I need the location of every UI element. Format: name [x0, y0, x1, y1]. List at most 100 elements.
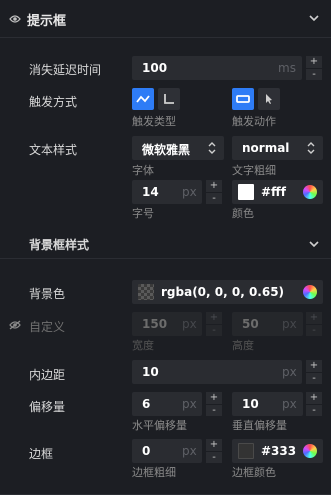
color-swatch	[238, 184, 254, 200]
axis-icon	[164, 94, 174, 104]
chevron-down-icon[interactable]	[309, 14, 319, 22]
decrement-button[interactable]: -	[206, 324, 222, 336]
custom-width-unit: px	[182, 317, 197, 331]
border-color-value: #333	[261, 444, 297, 458]
bg-color-value: rgba(0, 0, 0, 0.65)	[161, 285, 285, 299]
text-color-value: #fff	[261, 185, 286, 199]
custom-height-caption: 高度	[232, 339, 254, 352]
bg-color-picker[interactable]: rgba(0, 0, 0, 0.65)	[132, 280, 323, 304]
decrement-button[interactable]: -	[306, 404, 322, 416]
increment-button[interactable]: +	[206, 392, 222, 404]
divider	[0, 258, 331, 259]
trigger-type-axis-button[interactable]	[158, 88, 180, 110]
offset-x-input[interactable]: 6 px	[132, 392, 202, 416]
offset-label: 偏移量	[29, 400, 66, 414]
delay-input[interactable]: 100 ms	[132, 56, 302, 80]
border-width-caption: 边框粗细	[132, 466, 176, 479]
border-width-stepper[interactable]: + -	[206, 439, 222, 463]
padding-unit: px	[282, 365, 297, 379]
offset-x-value: 6	[142, 397, 151, 411]
border-color-picker[interactable]: #333	[232, 439, 323, 463]
increment-button[interactable]: +	[306, 312, 322, 324]
custom-height-input[interactable]: 50 px	[232, 312, 303, 336]
chevron-down-icon[interactable]	[309, 240, 319, 248]
delay-label: 消失延迟时间	[29, 63, 102, 77]
decrement-button[interactable]: -	[206, 404, 222, 416]
offset-x-unit: px	[182, 397, 197, 411]
decrement-button[interactable]: -	[206, 451, 222, 463]
text-color-caption: 颜色	[232, 207, 254, 220]
color-wheel-icon[interactable]	[303, 444, 317, 458]
line-chart-icon	[136, 95, 150, 103]
bg-section-title: 背景框样式	[29, 238, 90, 252]
delay-unit: ms	[278, 61, 296, 75]
custom-size-label: 自定义	[29, 320, 66, 334]
offset-x-caption: 水平偏移量	[132, 419, 187, 432]
border-width-unit: px	[182, 444, 197, 458]
offset-y-caption: 垂直偏移量	[232, 419, 287, 432]
trigger-action-hover-button[interactable]	[232, 88, 254, 110]
select-arrows-icon	[307, 142, 315, 154]
eye-icon[interactable]	[9, 14, 21, 24]
delay-stepper[interactable]: + -	[306, 56, 322, 80]
custom-width-caption: 宽度	[132, 339, 154, 352]
decrement-button[interactable]: -	[306, 68, 322, 80]
border-width-input[interactable]: 0 px	[132, 439, 202, 463]
padding-label: 内边距	[29, 368, 66, 382]
font-size-unit: px	[182, 185, 197, 199]
bg-color-label: 背景色	[29, 287, 66, 301]
padding-stepper[interactable]: + -	[306, 360, 322, 384]
font-family-caption: 字体	[132, 164, 154, 177]
increment-button[interactable]: +	[206, 180, 222, 192]
offset-x-stepper[interactable]: + -	[206, 392, 222, 416]
offset-y-value: 10	[242, 397, 259, 411]
offset-y-unit: px	[282, 397, 297, 411]
select-arrows-icon	[208, 142, 216, 154]
increment-button[interactable]: +	[306, 392, 322, 404]
color-wheel-icon[interactable]	[303, 285, 317, 299]
custom-width-value: 150	[142, 317, 168, 331]
custom-width-stepper[interactable]: + -	[206, 312, 222, 336]
font-family-select[interactable]: 微软雅黑	[132, 136, 224, 160]
trigger-type-line-button[interactable]	[132, 88, 154, 110]
custom-height-stepper[interactable]: + -	[306, 312, 322, 336]
trigger-label: 触发方式	[29, 95, 78, 109]
eye-off-icon[interactable]	[9, 320, 21, 330]
color-wheel-icon[interactable]	[303, 185, 317, 199]
border-color-caption: 边框颜色	[232, 466, 276, 479]
hover-box-icon	[236, 95, 250, 103]
color-swatch	[238, 443, 254, 459]
offset-y-stepper[interactable]: + -	[306, 392, 322, 416]
increment-button[interactable]: +	[206, 312, 222, 324]
decrement-button[interactable]: -	[206, 192, 222, 204]
trigger-action-caption: 触发动作	[232, 115, 276, 128]
border-width-value: 0	[142, 444, 151, 458]
padding-input[interactable]: 10 px	[132, 360, 302, 384]
delay-value: 100	[142, 61, 168, 75]
font-family-value: 微软雅黑	[142, 143, 191, 157]
custom-height-value: 50	[242, 317, 259, 331]
custom-width-input[interactable]: 150 px	[132, 312, 202, 336]
font-size-caption: 字号	[132, 207, 154, 220]
pointer-icon	[266, 94, 272, 104]
text-style-label: 文本样式	[29, 143, 78, 157]
increment-button[interactable]: +	[206, 439, 222, 451]
font-weight-caption: 文字粗细	[232, 164, 276, 177]
font-size-stepper[interactable]: + -	[206, 180, 222, 204]
font-size-value: 14	[142, 185, 159, 199]
trigger-action-click-button[interactable]	[258, 88, 280, 110]
font-weight-value: normal	[242, 141, 290, 155]
color-swatch	[138, 284, 154, 300]
trigger-type-caption: 触发类型	[132, 115, 176, 128]
text-color-picker[interactable]: #fff	[232, 180, 323, 204]
font-size-input[interactable]: 14 px	[132, 180, 202, 204]
padding-value: 10	[142, 365, 159, 379]
font-weight-select[interactable]: normal	[232, 136, 323, 160]
increment-button[interactable]: +	[306, 56, 322, 68]
custom-height-unit: px	[282, 317, 297, 331]
decrement-button[interactable]: -	[306, 372, 322, 384]
panel-title: 提示框	[27, 14, 67, 29]
increment-button[interactable]: +	[306, 360, 322, 372]
offset-y-input[interactable]: 10 px	[232, 392, 303, 416]
decrement-button[interactable]: -	[306, 324, 322, 336]
